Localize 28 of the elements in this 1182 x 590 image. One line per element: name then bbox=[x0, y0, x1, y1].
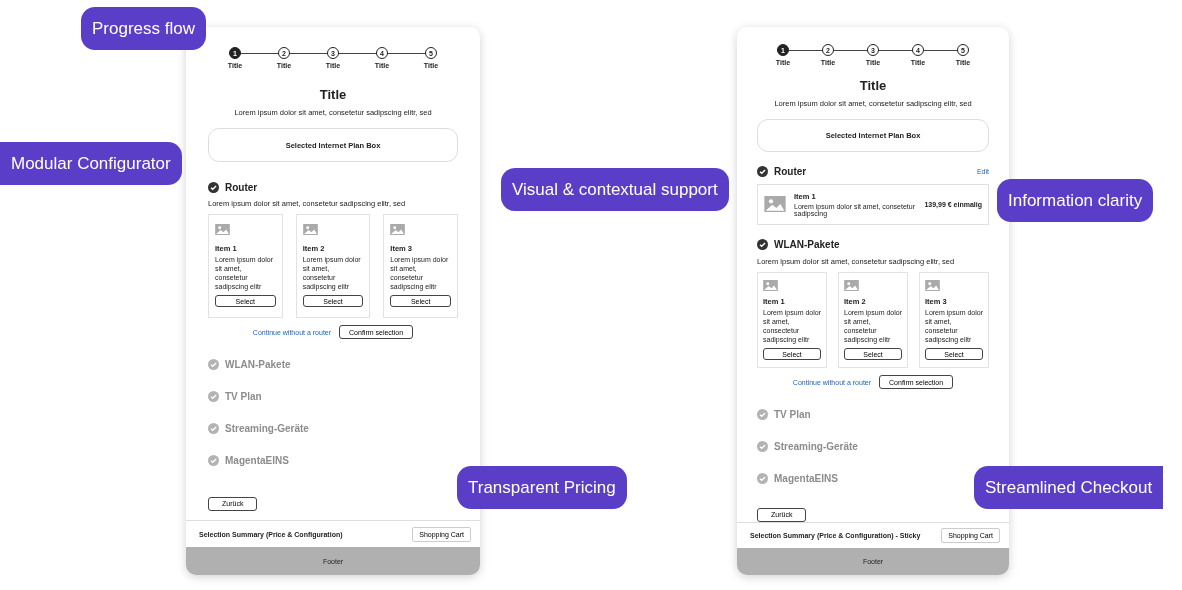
image-icon bbox=[844, 279, 859, 291]
callout-label: Transparent Pricing bbox=[457, 466, 627, 509]
check-icon bbox=[208, 358, 219, 370]
image-icon bbox=[302, 224, 318, 235]
callout-label: Streamlined Checkout bbox=[974, 466, 1164, 509]
page-title: Title bbox=[858, 78, 888, 93]
check-icon bbox=[757, 166, 768, 178]
callout-label: Modular Configurator bbox=[0, 142, 182, 185]
page-title: Title bbox=[318, 87, 348, 102]
callout-label: Information clarity bbox=[997, 179, 1154, 222]
section-title[interactable]: Router bbox=[774, 166, 807, 178]
check-icon bbox=[208, 422, 219, 434]
section-title[interactable]: Router bbox=[225, 181, 258, 193]
check-icon bbox=[208, 181, 219, 193]
image-icon bbox=[215, 224, 230, 235]
check-icon bbox=[208, 390, 219, 402]
image-icon bbox=[764, 196, 786, 213]
callout-label: Visual & contextual support bbox=[501, 168, 729, 211]
image-icon bbox=[763, 279, 778, 291]
section-title[interactable]: WLAN-Pakete bbox=[774, 239, 840, 251]
callout-label: Progress flow bbox=[81, 7, 206, 50]
check-icon bbox=[757, 440, 768, 452]
image-icon bbox=[390, 224, 406, 235]
check-icon bbox=[208, 454, 219, 466]
check-icon bbox=[757, 239, 768, 251]
check-icon bbox=[757, 408, 768, 420]
check-icon bbox=[757, 472, 768, 484]
image-icon bbox=[925, 279, 940, 291]
